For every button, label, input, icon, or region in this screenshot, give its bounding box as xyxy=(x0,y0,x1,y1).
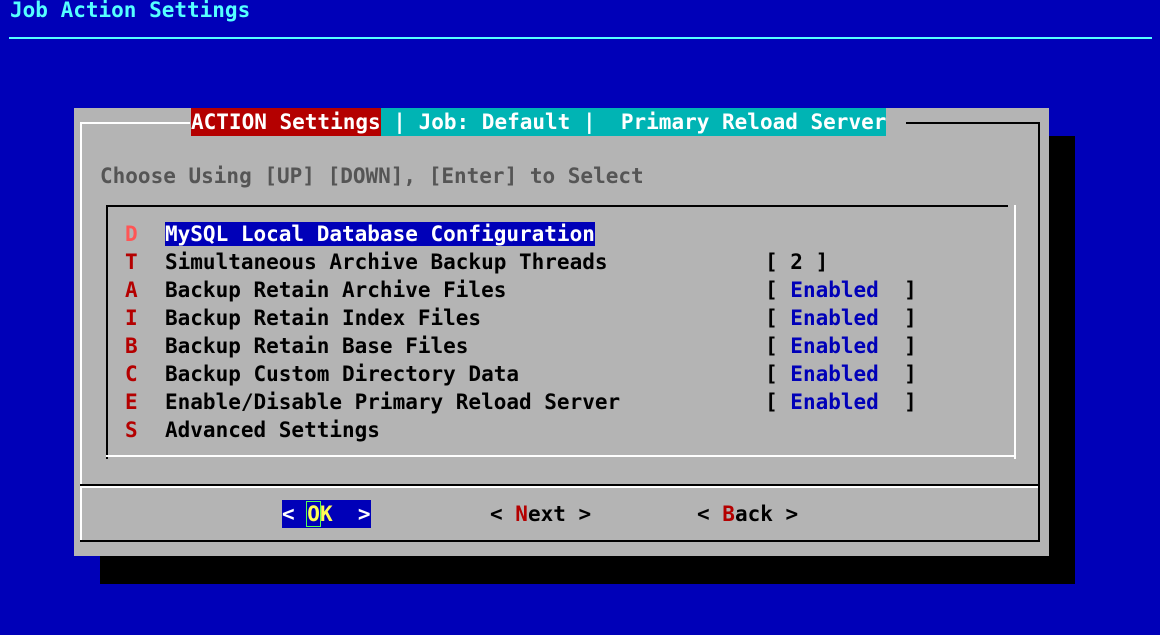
menu-item-tag: I xyxy=(125,306,138,330)
dialog-title-job: | Job: Default | Primary Reload Server xyxy=(380,108,887,136)
backtitle: Job Action Settings xyxy=(10,0,251,22)
button-bar: < OK > < Next > < Back > xyxy=(74,500,1049,528)
menu-item-tag: A xyxy=(125,278,138,302)
menu-item-label: Enable/Disable Primary Reload Server xyxy=(165,390,621,414)
next-button[interactable]: < Next > xyxy=(490,500,591,528)
menu-item-tag: C xyxy=(125,362,138,386)
dialog-frame-top-left xyxy=(80,122,190,124)
menu-frame-right xyxy=(1014,205,1016,459)
menu-item-mysql-config[interactable]: D MySQL Local Database Configuration xyxy=(125,220,765,248)
menu-item-value: [ Enabled ] xyxy=(765,362,917,386)
menu-item-primary-reload[interactable]: E Enable/Disable Primary Reload Server [… xyxy=(125,388,917,416)
menu-frame-left xyxy=(106,205,108,459)
ok-button[interactable]: < OK > xyxy=(282,500,371,528)
menu-item-retain-base[interactable]: B Backup Retain Base Files [ Enabled ] xyxy=(125,332,917,360)
dialog: ACTION Settings | Job: Default | Primary… xyxy=(74,108,1049,556)
dialog-title: ACTION Settings | Job: Default | Primary… xyxy=(191,108,887,136)
menu-item-tag: B xyxy=(125,334,138,358)
dialog-frame-top-right xyxy=(906,122,1040,124)
menu-item-archive-threads[interactable]: T Simultaneous Archive Backup Threads [ … xyxy=(125,248,828,276)
menu-item-custom-directory[interactable]: C Backup Custom Directory Data [ Enabled… xyxy=(125,360,917,388)
menu-item-advanced-settings[interactable]: S Advanced Settings xyxy=(125,416,765,444)
menu-item-retain-archive[interactable]: A Backup Retain Archive Files [ Enabled … xyxy=(125,276,917,304)
menu-item-tag: S xyxy=(125,418,138,442)
menu-item-label: Advanced Settings xyxy=(165,418,380,442)
menu-item-value: [ Enabled ] xyxy=(765,334,917,358)
menu-item-value: [ Enabled ] xyxy=(765,306,917,330)
dialog-separator-light xyxy=(80,486,1038,488)
dialog-title-action: ACTION Settings xyxy=(191,108,381,136)
menu-item-retain-index[interactable]: I Backup Retain Index Files [ Enabled ] xyxy=(125,304,917,332)
menu-item-value: [ 2 ] xyxy=(765,250,829,274)
menu-item-value: [ Enabled ] xyxy=(765,390,917,414)
backtitle-rule xyxy=(9,37,1152,39)
menu-item-label: Backup Custom Directory Data xyxy=(165,362,520,386)
menu-item-label: Simultaneous Archive Backup Threads xyxy=(165,250,608,274)
menu-frame-top xyxy=(106,205,1008,207)
menu-item-label: MySQL Local Database Configuration xyxy=(165,222,595,246)
menu-item-label: Backup Retain Archive Files xyxy=(165,278,507,302)
dialog-frame-bottom xyxy=(80,540,1040,542)
dialog-frame-right xyxy=(1038,122,1040,542)
menu-item-label: Backup Retain Index Files xyxy=(165,306,482,330)
menu-list: D MySQL Local Database Configuration T S… xyxy=(106,205,1018,459)
menu-item-value: [ Enabled ] xyxy=(765,278,917,302)
back-button[interactable]: < Back > xyxy=(697,500,798,528)
menu-frame-bottom xyxy=(106,455,1016,457)
menu-item-tag: T xyxy=(125,250,138,274)
menu-item-tag: D xyxy=(125,222,138,246)
menu-item-tag: E xyxy=(125,390,138,414)
dialog-prompt: Choose Using [UP] [DOWN], [Enter] to Sel… xyxy=(100,164,644,188)
dialog-frame-left xyxy=(80,122,82,542)
menu-item-label: Backup Retain Base Files xyxy=(165,334,469,358)
